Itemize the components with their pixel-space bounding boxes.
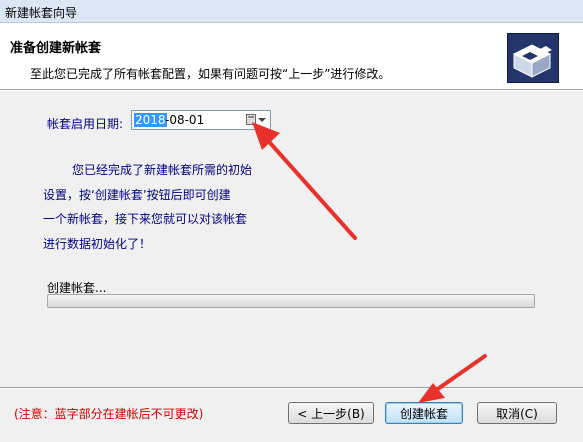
- header-divider: [0, 90, 583, 91]
- cancel-button[interactable]: 取消(C): [477, 402, 557, 424]
- chevron-down-icon[interactable]: [258, 118, 266, 122]
- footer-note: (注意：蓝字部分在建帐后不可更改): [14, 407, 204, 421]
- date-year-selected[interactable]: 2018: [134, 113, 167, 127]
- window-titlebar: 新建帐套向导: [0, 0, 583, 23]
- date-month-day[interactable]: -08-01: [165, 113, 204, 127]
- wizard-header: 准备创建新帐套 至此您已完成了所有帐套配置，如果有问题可按“上一步”进行修改。: [0, 23, 583, 90]
- header-title: 准备创建新帐套: [10, 41, 102, 56]
- progress-bar: [47, 294, 535, 308]
- message-line-3: 一个新帐套，接下来您就可以对该帐套: [43, 212, 248, 226]
- calendar-icon[interactable]: [246, 114, 256, 125]
- start-date-label: 帐套启用日期:: [47, 117, 124, 131]
- footer-separator: [0, 387, 583, 389]
- create-account-button[interactable]: 创建帐套: [385, 402, 463, 424]
- header-subtitle: 至此您已完成了所有帐套配置，如果有问题可按“上一步”进行修改。: [30, 67, 391, 81]
- start-date-picker[interactable]: 2018 -08-01: [131, 110, 271, 130]
- annotation-arrow-create: [418, 354, 487, 403]
- window-title: 新建帐套向导: [5, 6, 78, 20]
- message-line-1: 您已经完成了新建帐套所需的初始: [72, 163, 253, 177]
- setup-box-icon: [507, 33, 559, 83]
- message-line-4: 进行数据初始化了！: [43, 236, 152, 251]
- message-line-2: 设置，按‘创建帐套’按钮后即可创建: [43, 187, 231, 202]
- back-button[interactable]: < 上一步(B): [288, 402, 374, 424]
- completion-message: 您已经完成了新建帐套所需的初始 设置，按‘创建帐套’按钮后即可创建 一个新帐套，…: [43, 158, 273, 256]
